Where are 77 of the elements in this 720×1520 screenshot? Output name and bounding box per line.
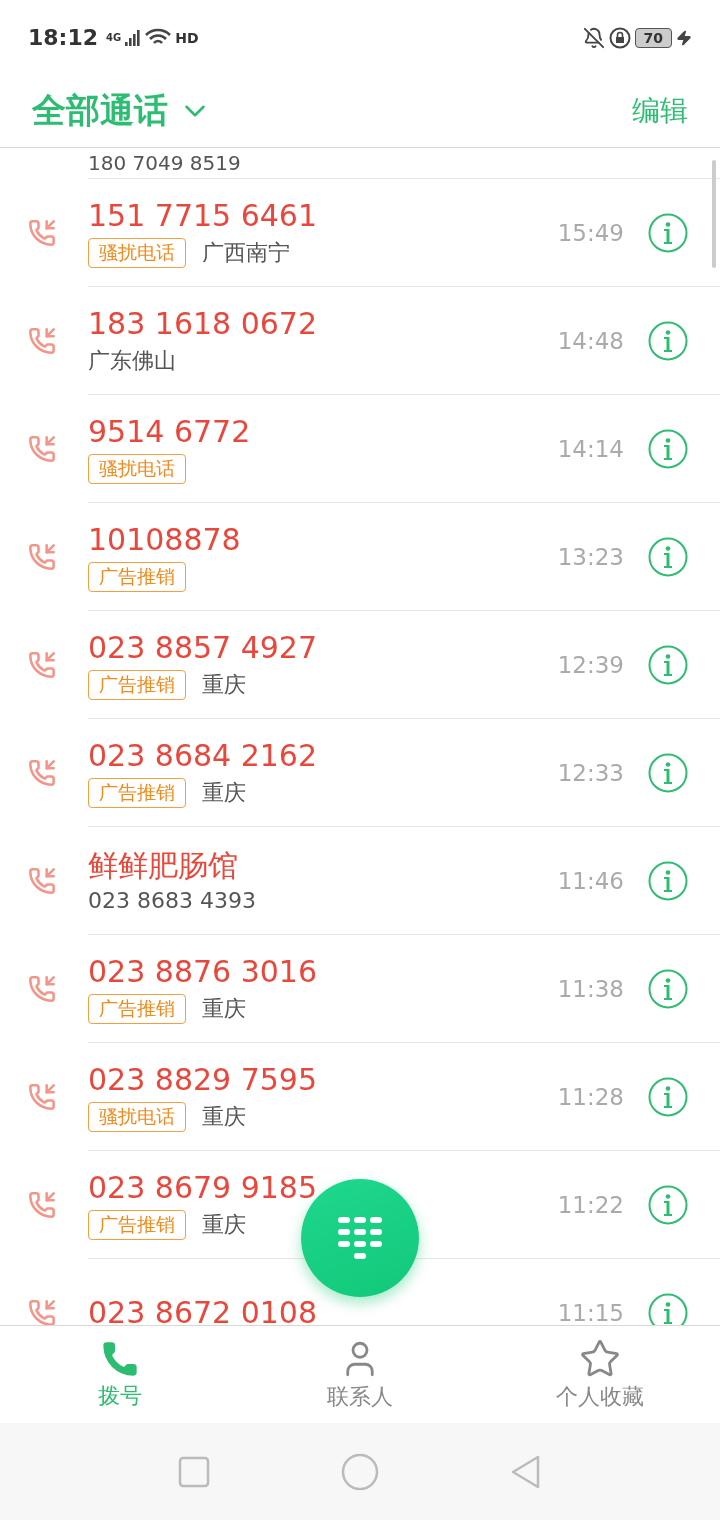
call-number: 9514 6772	[88, 413, 251, 450]
tab[interactable]: 个人收藏	[480, 1326, 720, 1423]
call-number: 023 8679 9185	[88, 1169, 318, 1206]
call-tag: 骚扰电话	[88, 237, 186, 268]
incoming-call-icon	[28, 435, 56, 463]
call-number: 183 1618 0672	[88, 305, 318, 342]
call-tag: 骚扰电话	[88, 453, 186, 484]
incoming-call-icon	[28, 1083, 56, 1111]
signal-icon	[125, 29, 142, 46]
info-icon[interactable]	[648, 644, 688, 685]
hd-label: HD	[175, 29, 199, 46]
edit-button[interactable]: 编辑	[632, 92, 688, 130]
network-label: 4G	[106, 32, 122, 43]
incoming-call-icon	[28, 543, 56, 571]
rotation-lock-icon	[608, 26, 631, 49]
incoming-call-icon	[28, 327, 56, 355]
call-number: 023 8684 2162	[88, 737, 318, 774]
tab[interactable]: 拨号	[0, 1326, 240, 1423]
call-time: 12:39	[557, 651, 624, 678]
call-time: 15:49	[557, 219, 624, 246]
charging-icon	[676, 29, 692, 46]
info-icon[interactable]	[648, 428, 688, 469]
incoming-call-icon	[28, 759, 56, 787]
call-time: 11:28	[557, 1083, 624, 1110]
incoming-call-icon	[28, 651, 56, 679]
info-icon[interactable]	[648, 536, 688, 577]
call-location: 广西南宁	[202, 238, 290, 267]
bell-off-icon	[582, 26, 605, 49]
call-time: 14:48	[557, 327, 624, 354]
call-time: 11:46	[557, 867, 624, 894]
status-time: 18:12	[28, 25, 99, 50]
home-icon[interactable]	[341, 1452, 379, 1491]
recent-apps-icon[interactable]	[177, 1455, 210, 1488]
call-tag: 骚扰电话	[88, 1101, 186, 1132]
info-icon[interactable]	[648, 1292, 688, 1325]
call-number: 10108878	[88, 521, 241, 558]
call-location: 重庆	[202, 778, 246, 807]
call-number: 023 8672 0108	[88, 1294, 318, 1325]
call-filter-title[interactable]: 全部通话	[32, 88, 168, 134]
call-time: 13:23	[557, 543, 624, 570]
battery-level: 70	[634, 27, 672, 48]
call-tag: 广告推销	[88, 669, 186, 700]
incoming-call-icon	[28, 867, 56, 895]
info-icon[interactable]	[648, 968, 688, 1009]
call-number: 023 8829 7595	[88, 1061, 318, 1098]
info-icon[interactable]	[648, 752, 688, 793]
call-time: 11:15	[557, 1299, 624, 1325]
incoming-call-icon	[28, 1191, 56, 1219]
call-number: 151 7715 6461	[88, 197, 318, 234]
info-icon[interactable]	[648, 212, 688, 253]
dialpad-icon	[338, 1217, 382, 1259]
call-number: 鲜鲜肥肠馆	[88, 848, 238, 884]
call-time: 14:14	[557, 435, 624, 462]
call-tag: 广告推销	[88, 993, 186, 1024]
incoming-call-icon	[28, 1299, 56, 1325]
call-location: 重庆	[202, 994, 246, 1023]
call-location: 023 8683 4393	[88, 888, 256, 913]
call-location: 重庆	[202, 1102, 246, 1131]
info-icon[interactable]	[648, 320, 688, 361]
call-time: 12:33	[557, 759, 624, 786]
call-location: 广东佛山	[88, 346, 176, 375]
call-number: 023 8876 3016	[88, 953, 318, 990]
call-time: 11:38	[557, 975, 624, 1002]
call-location: 重庆	[202, 1210, 246, 1239]
call-location: 重庆	[202, 670, 246, 699]
tab[interactable]: 联系人	[240, 1326, 480, 1423]
info-icon[interactable]	[648, 1184, 688, 1225]
info-icon[interactable]	[648, 860, 688, 901]
incoming-call-icon	[28, 975, 56, 1003]
call-tag: 广告推销	[88, 1209, 186, 1240]
call-number: 023 8857 4927	[88, 629, 318, 666]
call-number: 180 7049 8519	[88, 151, 241, 175]
call-tag: 广告推销	[88, 777, 186, 808]
call-tag: 广告推销	[88, 561, 186, 592]
incoming-call-icon	[28, 219, 56, 247]
info-icon[interactable]	[648, 1076, 688, 1117]
call-time: 11:22	[557, 1191, 624, 1218]
